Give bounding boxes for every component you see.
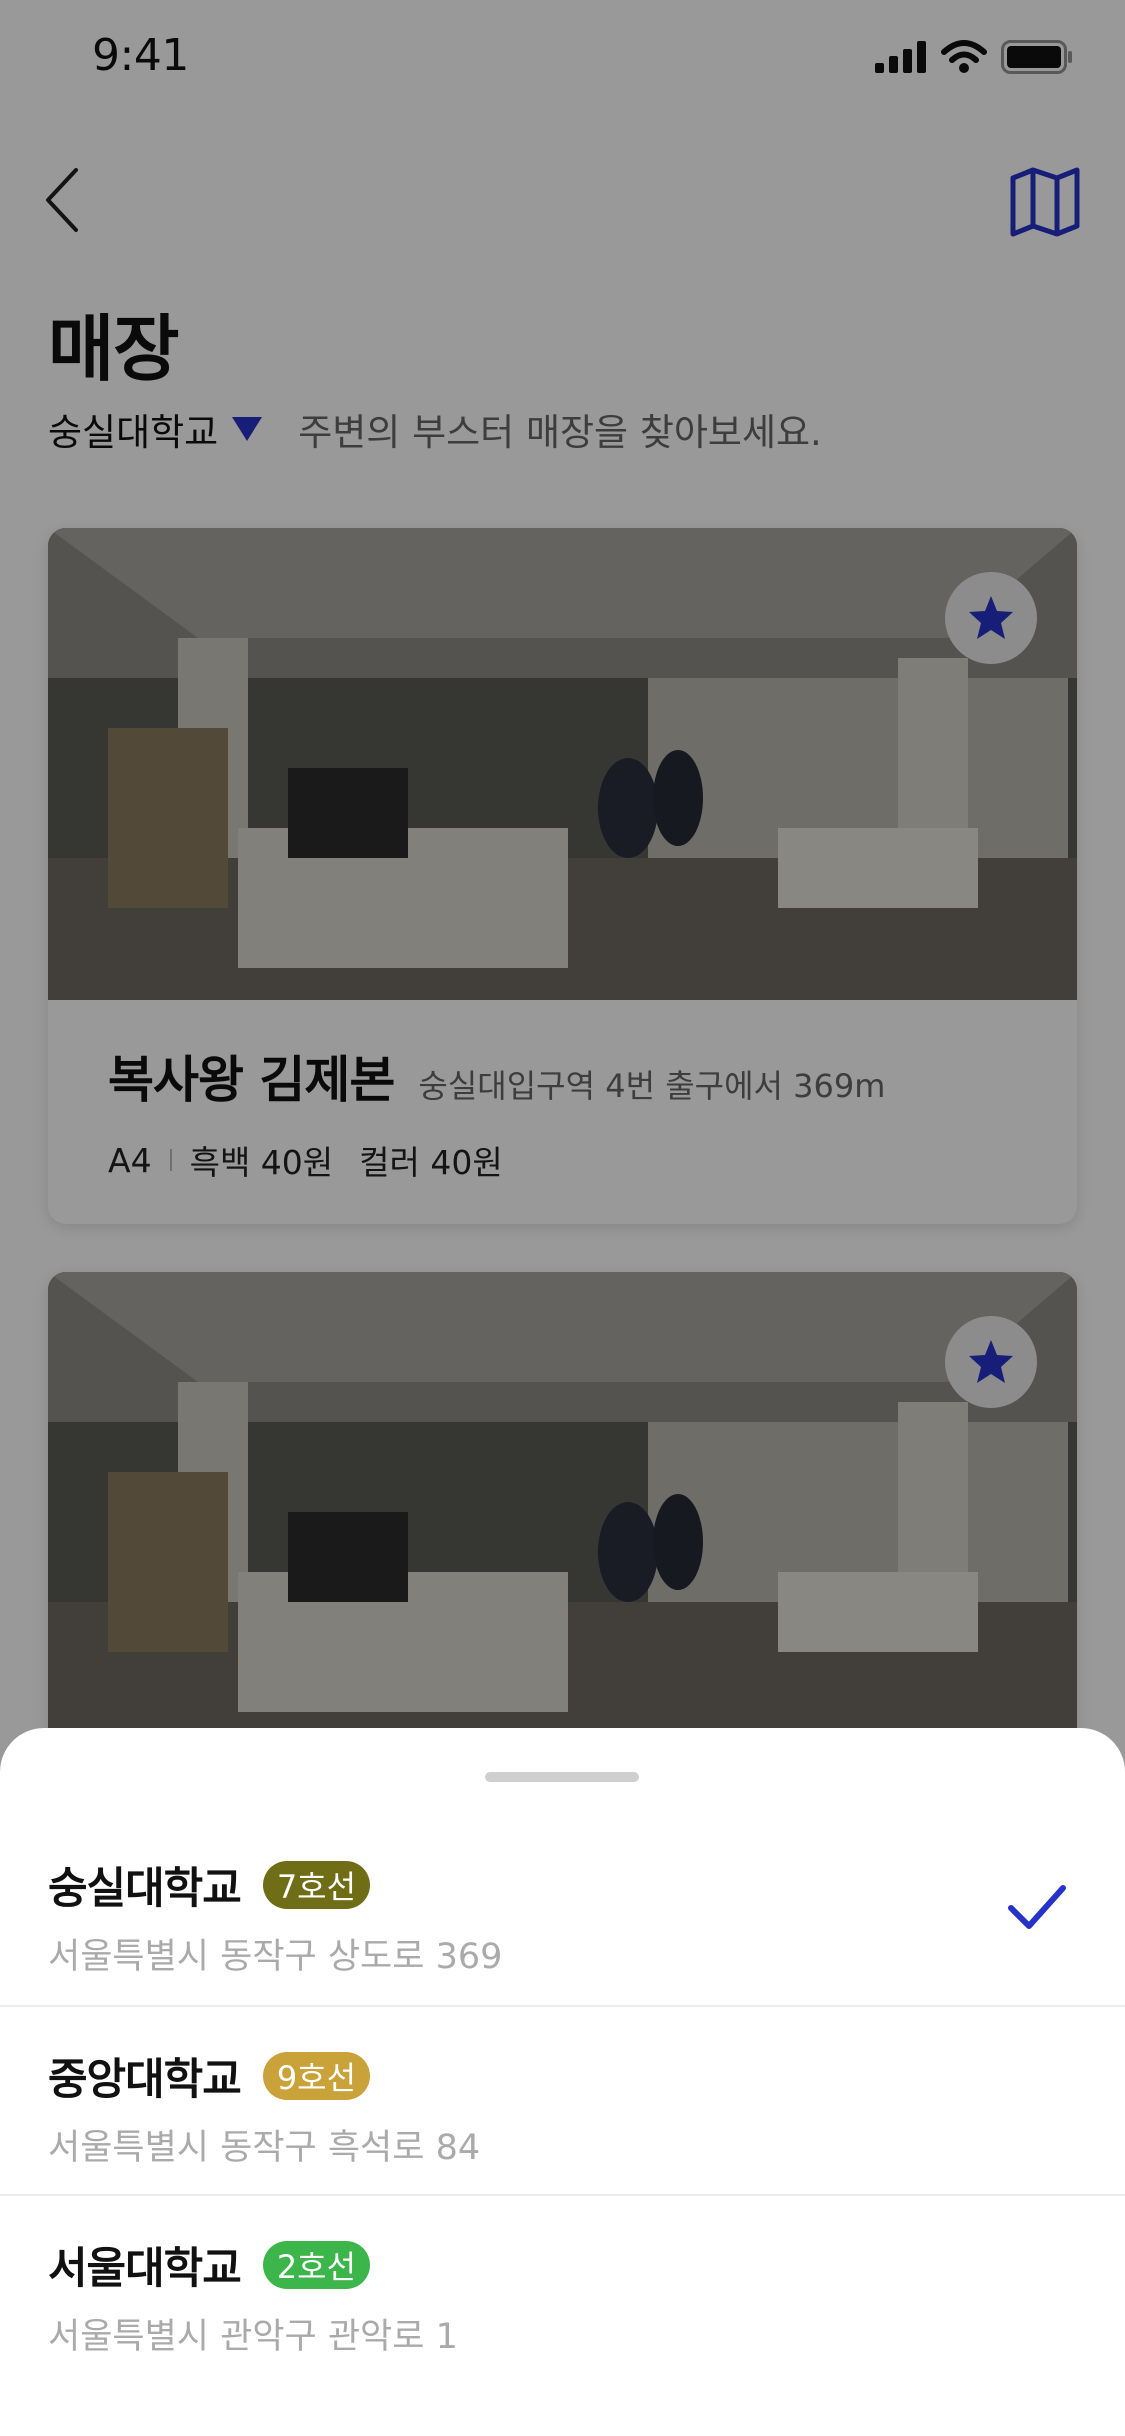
store-list-screen: 9:41 매장 숭실대학교 주변의 부스터 매장을 찾아보세요. 복사왕 김제본…: [0, 0, 1125, 2436]
sheet-grabber[interactable]: [485, 1772, 639, 1782]
option-title-row: 중앙대학교 9호선: [48, 2045, 371, 2107]
option-title-row: 서울대학교 2호선: [48, 2234, 371, 2296]
location-option[interactable]: 중앙대학교 9호선 서울특별시 동작구 흑석로 84: [0, 2005, 1125, 2195]
subway-line-badge: 9호선: [262, 2052, 371, 2100]
subway-line-badge: 7호선: [262, 1861, 371, 1909]
option-address: 서울특별시 동작구 흑석로 84: [48, 2128, 481, 2168]
option-address: 서울특별시 동작구 상도로 369: [48, 1937, 503, 1977]
subway-line-badge: 2호선: [262, 2241, 371, 2289]
checkmark-icon: [1008, 1885, 1066, 1929]
option-name: 숭실대학교: [48, 1864, 242, 1914]
location-bottom-sheet: 숭실대학교 7호선 서울특별시 동작구 상도로 369 중앙대학교 9호선 서울…: [0, 1728, 1125, 2436]
location-option[interactable]: 서울대학교 2호선 서울특별시 관악구 관악로 1: [0, 2194, 1125, 2384]
option-name: 서울대학교: [48, 2244, 242, 2294]
location-option[interactable]: 숭실대학교 7호선 서울특별시 동작구 상도로 369: [0, 1816, 1125, 2004]
option-title-row: 숭실대학교 7호선: [48, 1854, 371, 1916]
option-name: 중앙대학교: [48, 2055, 242, 2105]
option-address: 서울특별시 관악구 관악로 1: [48, 2317, 458, 2357]
